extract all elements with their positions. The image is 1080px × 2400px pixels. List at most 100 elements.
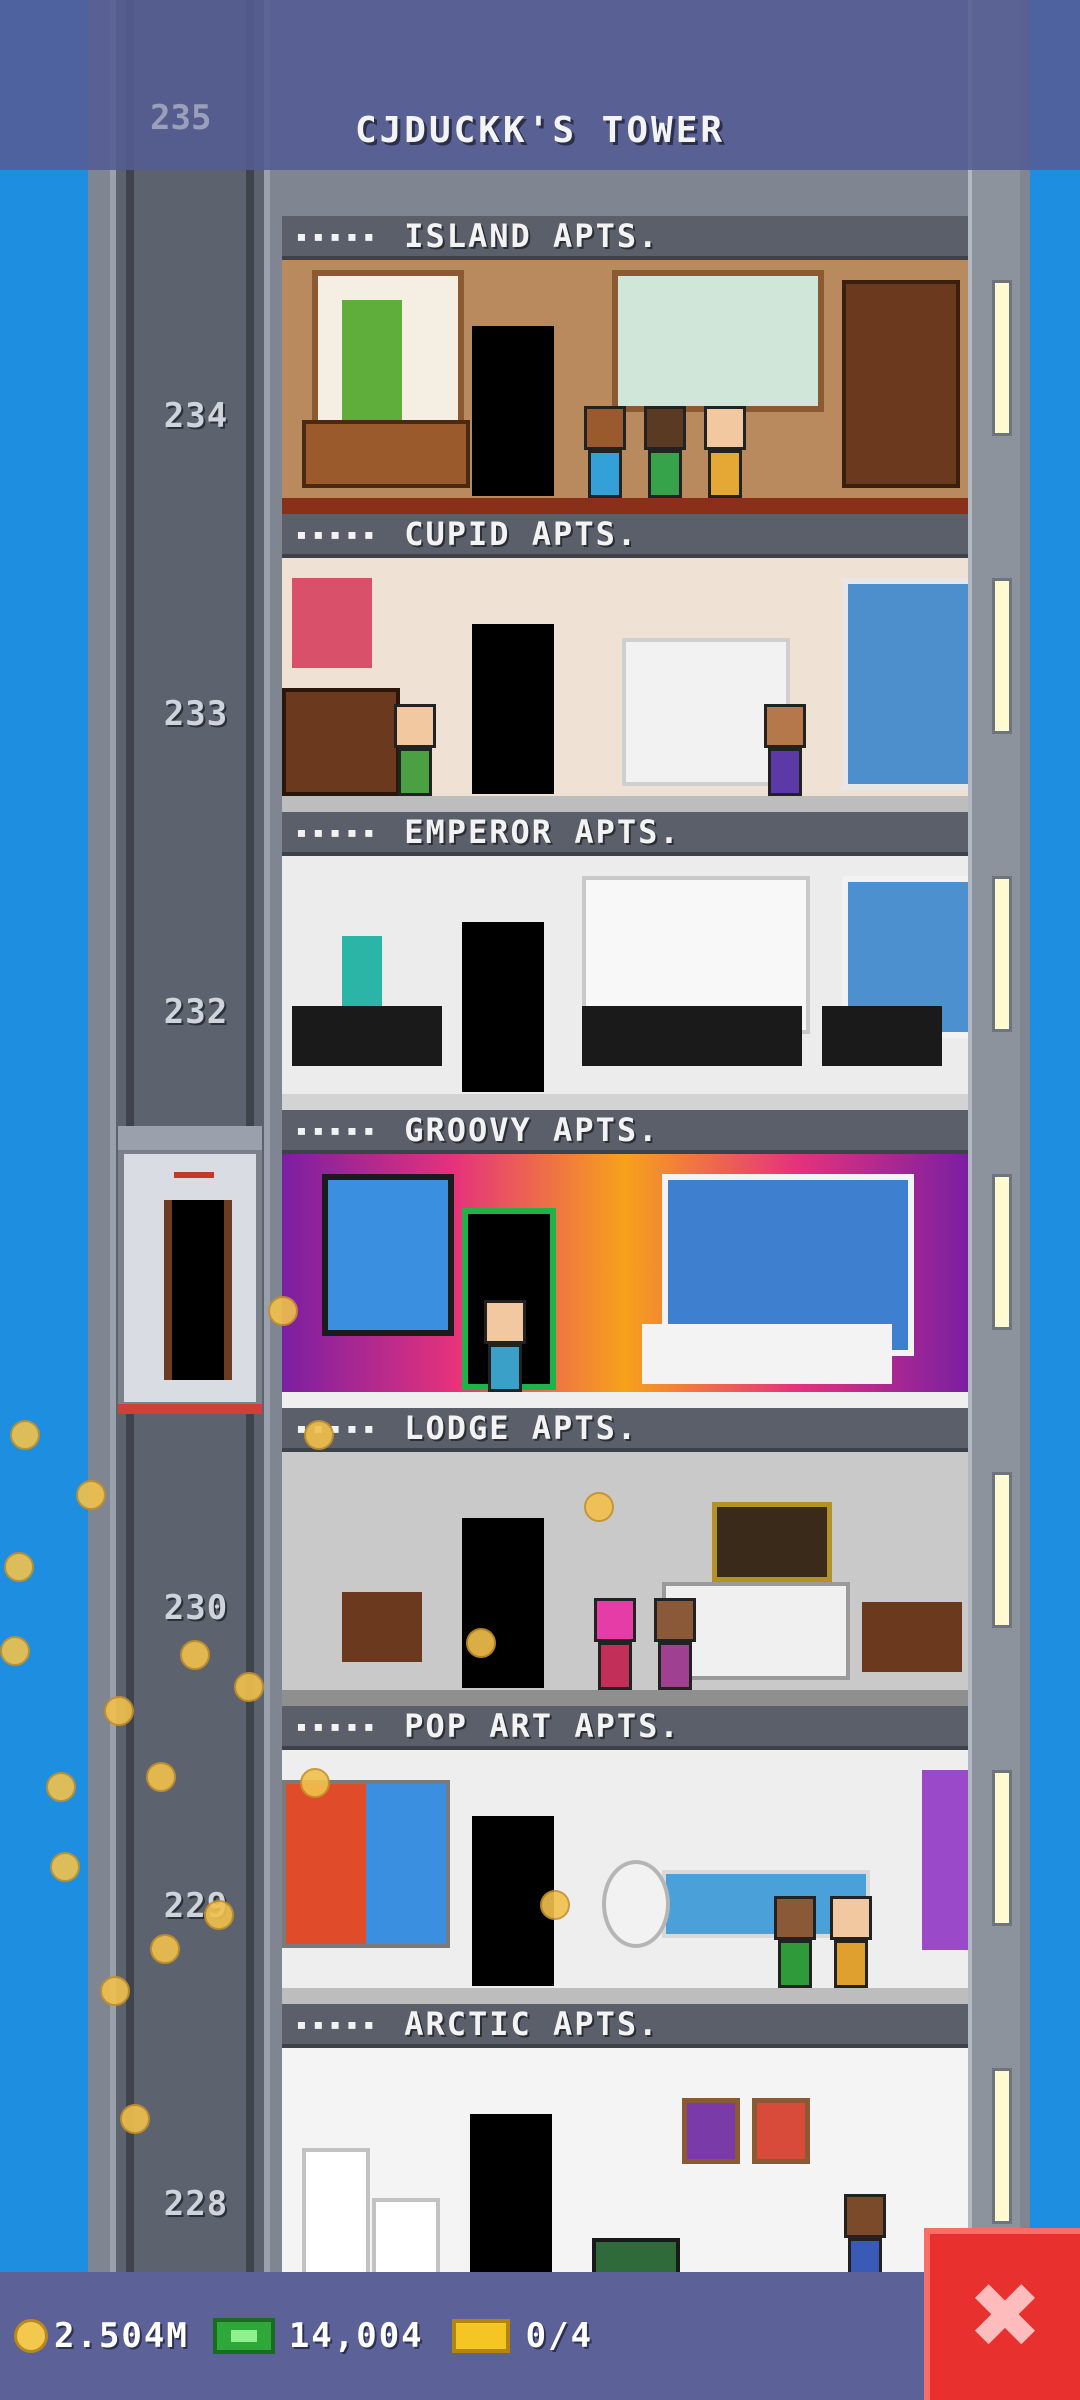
coin-particle — [300, 1768, 330, 1798]
fireplace — [282, 688, 400, 796]
pop-art-poster — [282, 1780, 450, 1948]
black-bed — [582, 1006, 802, 1066]
bux-icon — [212, 2318, 275, 2354]
floor-strip — [282, 1094, 968, 1110]
room-groovy[interactable] — [282, 1154, 968, 1408]
floor-pop-art-apts[interactable]: ▪▪▪▪▪ POP ART APTS. — [282, 1706, 968, 2004]
window-light — [992, 1770, 1012, 1926]
room-door — [462, 1518, 544, 1688]
window-light — [992, 876, 1012, 1032]
coin-particle — [0, 1636, 30, 1666]
floor-name: GROOVY APTS. — [404, 1111, 660, 1149]
floor-stars: ▪▪▪▪▪ — [296, 1715, 381, 1737]
floor-number-234: 234 — [163, 396, 229, 436]
bitizen[interactable] — [652, 1598, 698, 1690]
floor-emperor-apts[interactable]: ▪▪▪▪▪ EMPEROR APTS. — [282, 812, 968, 1110]
coin-particle — [46, 1772, 76, 1802]
floor-label: ▪▪▪▪▪ CUPID APTS. — [282, 514, 968, 558]
floor-strip — [282, 1392, 968, 1408]
window — [612, 270, 824, 412]
close-button[interactable]: ✖ — [924, 2228, 1080, 2400]
coin-particle — [100, 1976, 130, 2006]
room-cupid[interactable] — [282, 558, 968, 812]
elevator-floor-bar — [118, 1404, 262, 1414]
room-pop-art[interactable] — [282, 1750, 968, 2004]
room-island[interactable] — [282, 260, 968, 514]
coins-counter[interactable]: 2.504M — [14, 2316, 189, 2356]
floor-strip — [282, 1690, 968, 1706]
black-table — [292, 1006, 442, 1066]
coin-icon — [14, 2319, 48, 2353]
elevator-indicator-light — [174, 1172, 214, 1178]
floor-strip — [282, 1988, 968, 2004]
bux-counter[interactable]: 14,004 — [212, 2316, 424, 2356]
bitizen[interactable] — [392, 704, 438, 796]
window-light — [992, 1472, 1012, 1628]
bitizen[interactable] — [482, 1300, 528, 1392]
elevator-car[interactable] — [118, 1126, 262, 1414]
painting — [712, 1502, 832, 1582]
floor-strip — [282, 498, 968, 514]
coin-particle — [204, 1900, 234, 1930]
armchair — [862, 1602, 962, 1672]
coin-particle — [50, 1852, 80, 1882]
floor-stars: ▪▪▪▪▪ — [296, 2013, 381, 2035]
floor-stars: ▪▪▪▪▪ — [296, 523, 381, 545]
bitizen[interactable] — [592, 1598, 638, 1690]
window-light — [992, 578, 1012, 734]
room-arctic[interactable] — [282, 2048, 968, 2302]
floor-label: ▪▪▪▪▪ LODGE APTS. — [282, 1408, 968, 1452]
elevator-door — [164, 1200, 232, 1380]
vase — [342, 936, 382, 1006]
tickets-value: 0/4 — [525, 2316, 594, 2356]
bitizen[interactable] — [772, 1896, 818, 1988]
floor-lodge-apts[interactable]: ▪▪▪▪▪ LODGE APTS. — [282, 1408, 968, 1706]
bux-value: 14,004 — [288, 2316, 424, 2356]
close-icon: ✖ — [967, 2264, 1043, 2369]
coin-particle — [268, 1296, 298, 1326]
room-door — [470, 2114, 552, 2284]
coin-particle — [180, 1640, 210, 1670]
bitizen[interactable] — [642, 406, 688, 498]
dresser — [842, 280, 960, 488]
bitizen[interactable] — [762, 704, 808, 796]
coin-particle — [76, 1480, 106, 1510]
resource-bar: 2.504M 14,004 0/4 — [0, 2272, 924, 2400]
floor-number-233: 233 — [163, 694, 229, 734]
room-emperor[interactable] — [282, 856, 968, 1110]
window-light — [992, 2068, 1012, 2224]
header-bar: 235 CJDUCKK'S TOWER — [0, 0, 1080, 170]
coins-value: 2.504M — [54, 2316, 189, 2356]
floor-number-229: 229 — [163, 1886, 229, 1926]
refrigerator — [302, 2148, 370, 2286]
coin-particle — [146, 1762, 176, 1792]
bitizen[interactable] — [582, 406, 628, 498]
floor-groovy-apts[interactable]: ▪▪▪▪▪ GROOVY APTS. — [282, 1110, 968, 1408]
room-lodge[interactable] — [282, 1452, 968, 1706]
floor-label: ▪▪▪▪▪ ARCTIC APTS. — [282, 2004, 968, 2048]
palm-plant — [342, 300, 402, 420]
floor-name: ARCTIC APTS. — [404, 2005, 660, 2043]
window-light — [992, 1174, 1012, 1330]
tickets-counter[interactable]: 0/4 — [451, 2316, 594, 2356]
floor-name: POP ART APTS. — [404, 1707, 681, 1745]
peace-sign-art — [322, 1174, 454, 1336]
picture-frame — [752, 2098, 810, 2164]
floor-stars: ▪▪▪▪▪ — [296, 225, 381, 247]
sofa — [302, 420, 470, 488]
floor-cupid-apts[interactable]: ▪▪▪▪▪ CUPID APTS. — [282, 514, 968, 812]
golden-ticket-icon — [451, 2319, 510, 2353]
coin-particle — [304, 1420, 334, 1450]
floor-number-228: 228 — [163, 2184, 229, 2224]
coin-particle — [584, 1492, 614, 1522]
coin-particle — [150, 1934, 180, 1964]
floor-strip — [282, 796, 968, 812]
tower-right-column — [968, 0, 1020, 2280]
floor-arctic-apts[interactable]: ▪▪▪▪▪ ARCTIC APTS. — [282, 2004, 968, 2302]
floor-name: LODGE APTS. — [404, 1409, 639, 1447]
floor-island-apts[interactable]: ▪▪▪▪▪ ISLAND APTS. — [282, 216, 968, 514]
window — [842, 578, 968, 790]
side-table — [822, 1006, 942, 1066]
bitizen[interactable] — [828, 1896, 874, 1988]
bitizen[interactable] — [702, 406, 748, 498]
